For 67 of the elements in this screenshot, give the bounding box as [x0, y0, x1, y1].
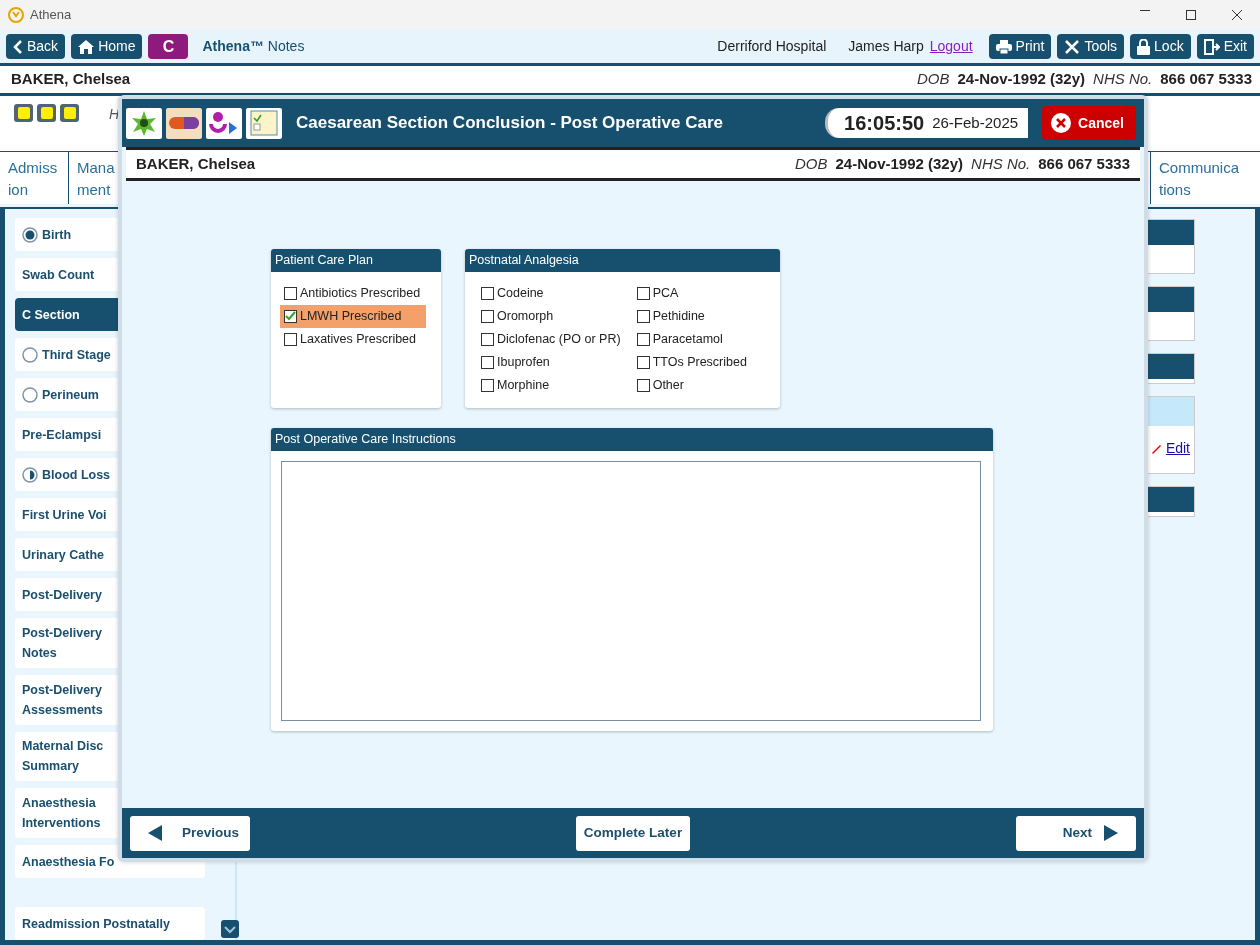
checkbox-option[interactable]: Diclofenac (PO or PR) — [477, 327, 625, 351]
window-title: Athena — [30, 6, 72, 25]
minimize-icon[interactable] — [1140, 10, 1150, 12]
dob-value: 24-Nov-1992 (32y) — [957, 69, 1086, 90]
dob-label: DOB — [794, 153, 828, 174]
app-logo-icon — [8, 7, 24, 23]
sidebar-item[interactable]: Readmission Postnatally — [15, 907, 205, 940]
group-title: Post Operative Care Instructions — [271, 428, 993, 451]
tab[interactable]: Communica tions — [1150, 152, 1260, 204]
previous-button[interactable]: Previous — [130, 815, 250, 851]
close-icon — [1050, 112, 1073, 134]
notepad-icon[interactable] — [246, 107, 282, 139]
exit-icon — [1203, 38, 1220, 55]
checkbox-option[interactable]: Antibiotics Prescribed — [280, 281, 426, 305]
dob-value: 24-Nov-1992 (32y) — [835, 153, 964, 174]
instructions-field[interactable] — [281, 460, 981, 721]
home-icon — [78, 39, 95, 54]
nhs-number: 866 067 5333 — [1038, 153, 1130, 174]
checkbox-option[interactable]: PCA — [632, 281, 751, 305]
group-title: Patient Care Plan — [271, 249, 441, 272]
home-button[interactable]: Home — [71, 34, 143, 59]
checkmark-icon — [285, 311, 296, 322]
left-arrow-icon — [148, 825, 162, 841]
printer-icon — [995, 39, 1012, 54]
next-button[interactable]: Next — [1016, 815, 1136, 851]
user-name: James Harp — [848, 37, 924, 56]
checkbox-option[interactable]: LMWH Prescribed — [280, 304, 426, 328]
close-icon[interactable] — [1232, 10, 1242, 20]
person-icon[interactable] — [206, 107, 242, 139]
lock-icon — [1137, 38, 1151, 55]
patient-name: BAKER, Chelsea — [136, 153, 256, 174]
tools-button[interactable]: Tools — [1057, 34, 1125, 59]
cancel-button[interactable]: Cancel — [1042, 106, 1136, 140]
right-arrow-icon — [1104, 825, 1118, 841]
lock-button[interactable]: Lock — [1130, 34, 1191, 59]
app-badge[interactable]: C — [148, 34, 189, 59]
checkbox-option[interactable]: Other — [632, 373, 751, 397]
dialog-title: Caesarean Section Conclusion - Post Operative Care — [296, 112, 724, 135]
logout-link[interactable]: Logout — [929, 36, 973, 57]
checkbox-option[interactable]: Oromorph — [477, 304, 625, 328]
edit-link[interactable]: Edit — [1165, 437, 1190, 459]
clock-display: 16:05:50 26-Feb-2025 — [825, 108, 1029, 138]
pencil-icon — [1150, 442, 1162, 454]
scroll-down-icon[interactable] — [221, 920, 239, 938]
checkbox-option[interactable]: Codeine — [477, 281, 625, 305]
back-icon — [13, 39, 23, 54]
back-button[interactable]: Back — [6, 34, 66, 59]
checkbox-option[interactable]: Ibuprofen — [477, 350, 625, 374]
hospital-name: Derriford Hospital — [717, 37, 827, 56]
app-name: Athena™ Notes — [202, 37, 305, 56]
nhs-label: NHS No. — [971, 153, 1031, 174]
print-button[interactable]: Print — [988, 34, 1052, 59]
checkbox-option[interactable]: TTOs Prescribed — [632, 350, 751, 374]
capsule-icon[interactable] — [166, 107, 202, 139]
complete-later-button[interactable]: Complete Later — [575, 815, 691, 851]
tab[interactable]: Admiss ion — [0, 152, 69, 204]
checkbox-option[interactable]: Laxatives Prescribed — [280, 327, 426, 351]
dob-label: DOB — [916, 69, 950, 90]
exit-button[interactable]: Exit — [1196, 34, 1254, 59]
checkbox-option[interactable]: Paracetamol — [632, 327, 751, 351]
checkbox-option[interactable]: Morphine — [477, 373, 625, 397]
nhs-label: NHS No. — [1093, 69, 1153, 90]
maximize-icon[interactable] — [1186, 10, 1196, 20]
group-title: Postnatal Analgesia — [465, 249, 780, 272]
patient-name: BAKER, Chelsea — [11, 69, 131, 90]
checkbox-option[interactable]: Pethidine — [632, 304, 751, 328]
nhs-number: 866 067 5333 — [1160, 69, 1252, 90]
